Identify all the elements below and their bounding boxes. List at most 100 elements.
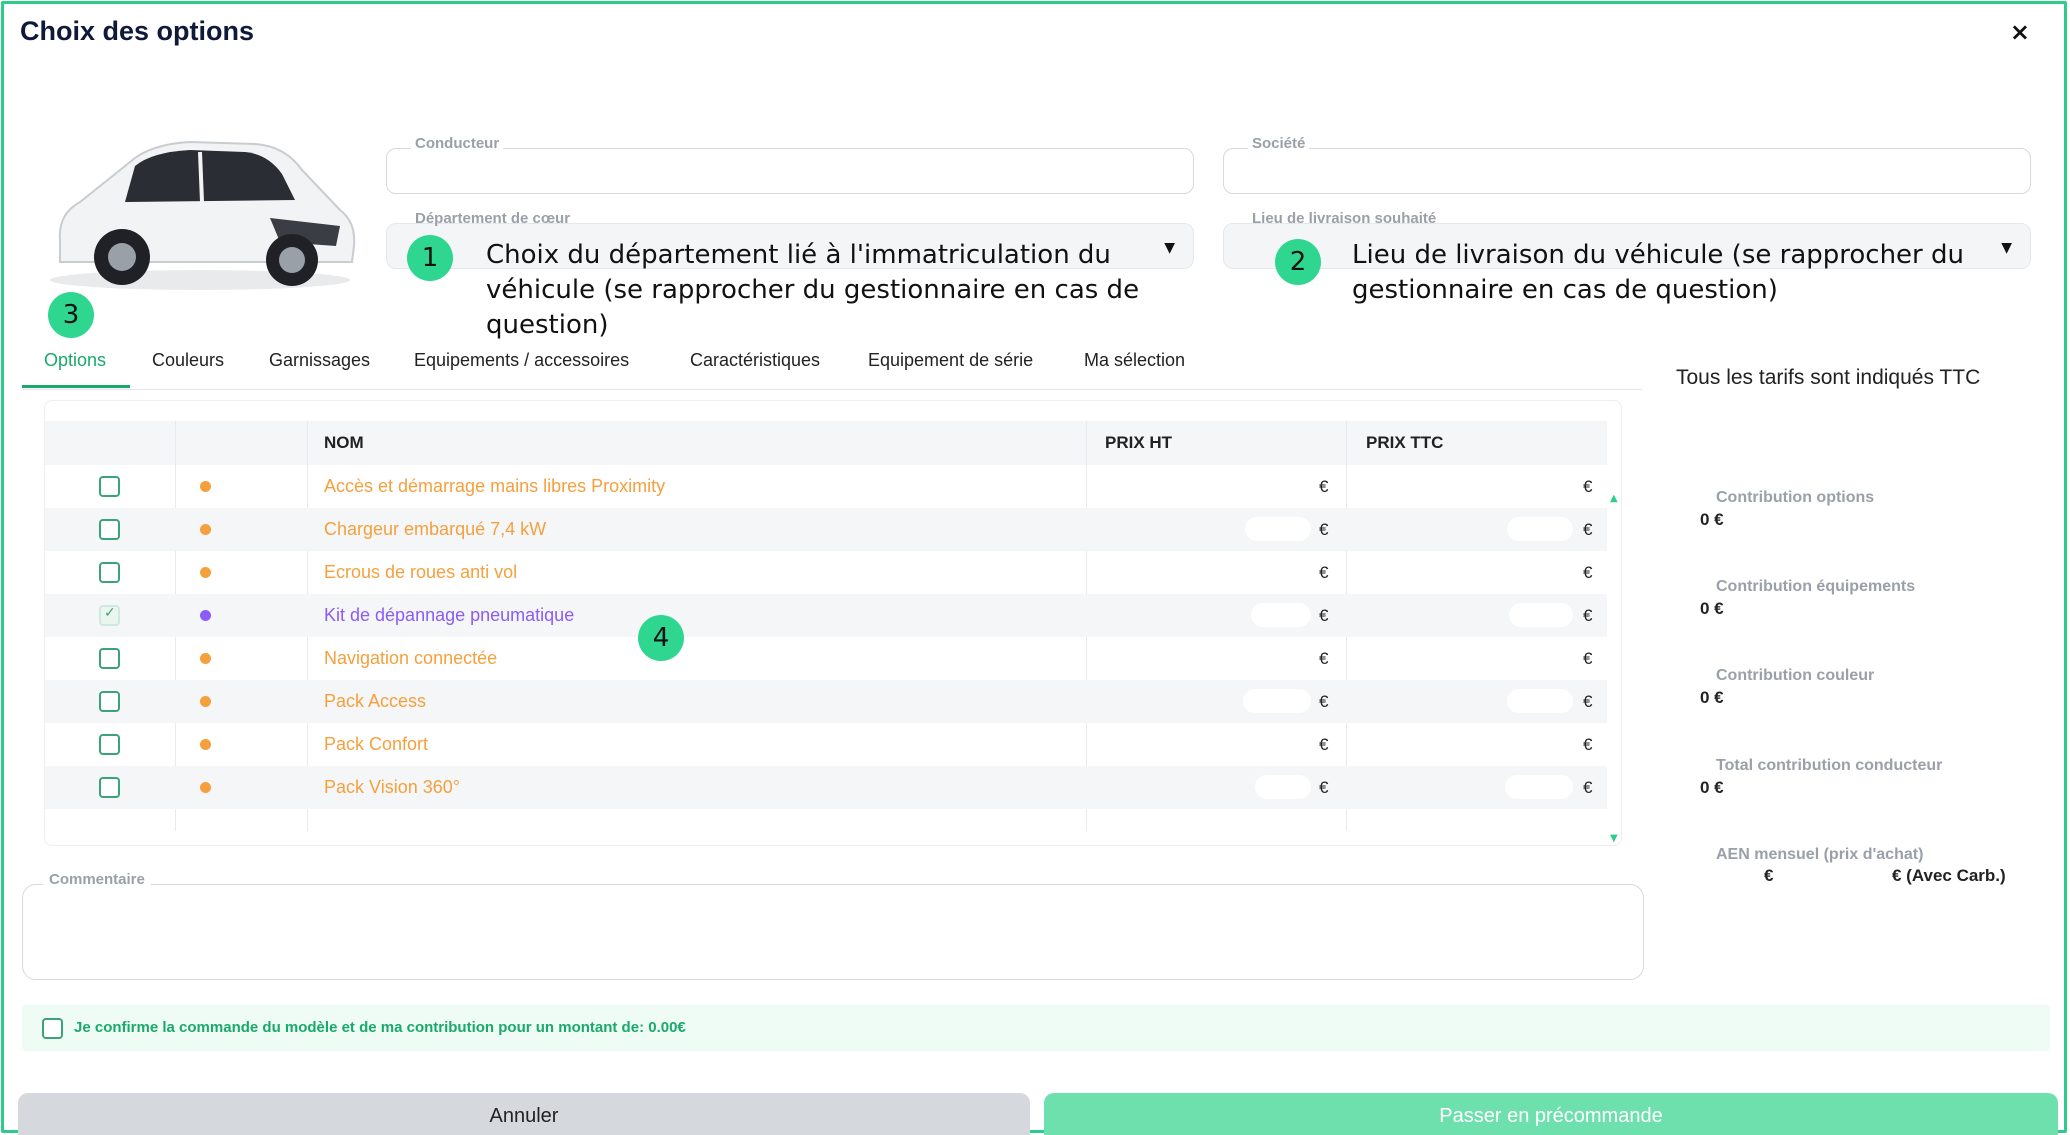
total-contribution-label: Total contribution conducteur (1716, 757, 1943, 774)
price-ht-masked (1255, 775, 1311, 799)
option-name: Accès et démarrage mains libres Proximit… (324, 476, 666, 496)
tab-caracteristiques[interactable]: Caractéristiques (690, 350, 820, 371)
table-row[interactable]: Chargeur embarqué 7,4 kW € € (45, 508, 1607, 551)
contribution-options-label: Contribution options (1716, 489, 1875, 506)
table-row[interactable]: Kit de dépannage pneumatique € € (45, 594, 1607, 637)
options-table: NOM PRIX HT PRIX TTC Accès et démarrage … (44, 400, 1622, 846)
option-checkbox[interactable] (99, 562, 120, 583)
table-row[interactable]: Pack Access € € (45, 680, 1607, 723)
price-ht-masked (1245, 517, 1311, 541)
option-checkbox[interactable] (99, 691, 120, 712)
table-header: NOM PRIX HT PRIX TTC (45, 421, 1607, 465)
price-ht-cell: € (1319, 649, 1329, 668)
aen-mensuel-label: AEN mensuel (prix d'achat) (1716, 846, 1924, 863)
societe-label: Société (1248, 135, 1310, 152)
price-ttc-cell: € (1583, 563, 1593, 582)
scroll-up-icon[interactable]: ▲ (1610, 493, 1618, 504)
contribution-equipements-label: Contribution équipements (1716, 578, 1916, 595)
price-ttc-cell: € (1583, 606, 1593, 625)
option-name: Pack Vision 360° (324, 777, 460, 797)
price-ttc-masked (1509, 603, 1573, 627)
option-name: Chargeur embarqué 7,4 kW (324, 519, 547, 539)
status-dot-icon (200, 739, 211, 750)
price-ttc-cell: € (1583, 735, 1593, 754)
car-image (50, 140, 356, 290)
status-dot-icon (200, 567, 211, 578)
annotation-badge-2: 2 (1275, 239, 1321, 285)
status-dot-icon (200, 524, 211, 535)
comment-field[interactable]: Commentaire (22, 871, 1644, 980)
price-ht-cell: € (1319, 477, 1329, 496)
departement-label: Département de cœur (415, 210, 571, 227)
aen-value-left: € (1764, 866, 1774, 885)
price-ht-cell: € (1319, 520, 1329, 539)
price-ttc-cell: € (1583, 649, 1593, 668)
annotation-badge-3: 3 (48, 292, 94, 338)
annotation-text-2: Lieu de livraison du véhicule (se rappro… (1352, 240, 1964, 305)
price-ht-cell: € (1319, 606, 1329, 625)
contribution-options-value: 0 € (1700, 510, 1724, 529)
price-ttc-cell: € (1583, 778, 1593, 797)
price-ht-cell: € (1319, 735, 1329, 754)
header-nom: NOM (324, 433, 364, 452)
close-icon[interactable]: × (2010, 18, 2030, 46)
annotation-text-1: Choix du département lié à l'immatricula… (486, 240, 1140, 340)
comment-label: Commentaire (43, 871, 151, 888)
tab-couleurs[interactable]: Couleurs (152, 350, 224, 371)
option-name: Kit de dépannage pneumatique (324, 605, 575, 625)
scroll-down-icon[interactable]: ▼ (1610, 833, 1618, 844)
price-ttc-cell: € (1583, 692, 1593, 711)
status-dot-icon (200, 782, 211, 793)
option-checkbox[interactable] (99, 648, 120, 669)
tab-bar: Options Couleurs Garnissages Equipements… (22, 344, 1642, 390)
modal-window: Choix des options × Conducteur Société D… (1, 1, 2067, 1135)
tab-garnissages[interactable]: Garnissages (269, 350, 370, 371)
conducteur-field[interactable]: Conducteur (386, 135, 1194, 194)
price-ht-cell: € (1319, 692, 1329, 711)
tab-options[interactable]: Options (44, 350, 106, 371)
option-checkbox[interactable] (99, 777, 120, 798)
option-name: Navigation connectée (324, 648, 498, 668)
status-dot-icon (200, 653, 211, 664)
cancel-button[interactable]: Annuler (18, 1093, 1030, 1135)
status-dot-icon (200, 481, 211, 492)
precommande-button[interactable]: Passer en précommande (1044, 1093, 2058, 1135)
tab-equipements-accessoires[interactable]: Equipements / accessoires (414, 350, 629, 371)
price-ttc-cell: € (1583, 477, 1593, 496)
societe-field[interactable]: Société (1223, 135, 2031, 194)
price-ttc-masked (1507, 517, 1573, 541)
price-ht-cell: € (1319, 563, 1329, 582)
contribution-couleur-value: 0 € (1700, 688, 1724, 707)
table-row[interactable]: Pack Confort € € (45, 723, 1607, 766)
price-ttc-cell: € (1583, 520, 1593, 539)
annotation-badge-4: 4 (638, 615, 684, 661)
option-checkbox[interactable] (99, 605, 120, 626)
table-row[interactable]: Accès et démarrage mains libres Proximit… (45, 465, 1607, 508)
option-checkbox[interactable] (99, 519, 120, 540)
tab-equipement-serie[interactable]: Equipement de série (868, 350, 1033, 371)
price-ht-cell: € (1319, 778, 1329, 797)
option-checkbox[interactable] (99, 476, 120, 497)
option-name: Ecrous de roues anti vol (324, 562, 518, 582)
total-contribution-value: 0 € (1700, 778, 1724, 797)
lieu-livraison-label: Lieu de livraison souhaité (1252, 210, 1437, 227)
table-row[interactable]: Pack Vision 360° € € (45, 766, 1607, 809)
conducteur-label: Conducteur (411, 135, 504, 152)
confirm-checkbox[interactable] (42, 1018, 63, 1039)
modal-title: Choix des options (20, 16, 255, 46)
option-checkbox[interactable] (99, 734, 120, 755)
price-ht-masked (1251, 603, 1311, 627)
tab-ma-selection[interactable]: Ma sélection (1084, 350, 1185, 371)
contribution-equipements-value: 0 € (1700, 599, 1724, 618)
annotation-badge-1: 1 (407, 235, 453, 281)
aen-value-right: € (Avec Carb.) (1892, 866, 2006, 885)
option-name: Pack Confort (324, 734, 429, 754)
confirm-bar: Je confirme la commande du modèle et de … (22, 1005, 2050, 1051)
option-name: Pack Access (324, 691, 427, 711)
table-row[interactable]: Navigation connectée € € (45, 637, 1607, 680)
header-prix-ttc: PRIX TTC (1366, 433, 1444, 452)
confirm-text: Je confirme la commande du modèle et de … (74, 1019, 686, 1036)
price-ttc-masked (1527, 560, 1573, 584)
table-row[interactable]: Ecrous de roues anti vol € € (45, 551, 1607, 594)
header-prix-ht: PRIX HT (1105, 433, 1173, 452)
